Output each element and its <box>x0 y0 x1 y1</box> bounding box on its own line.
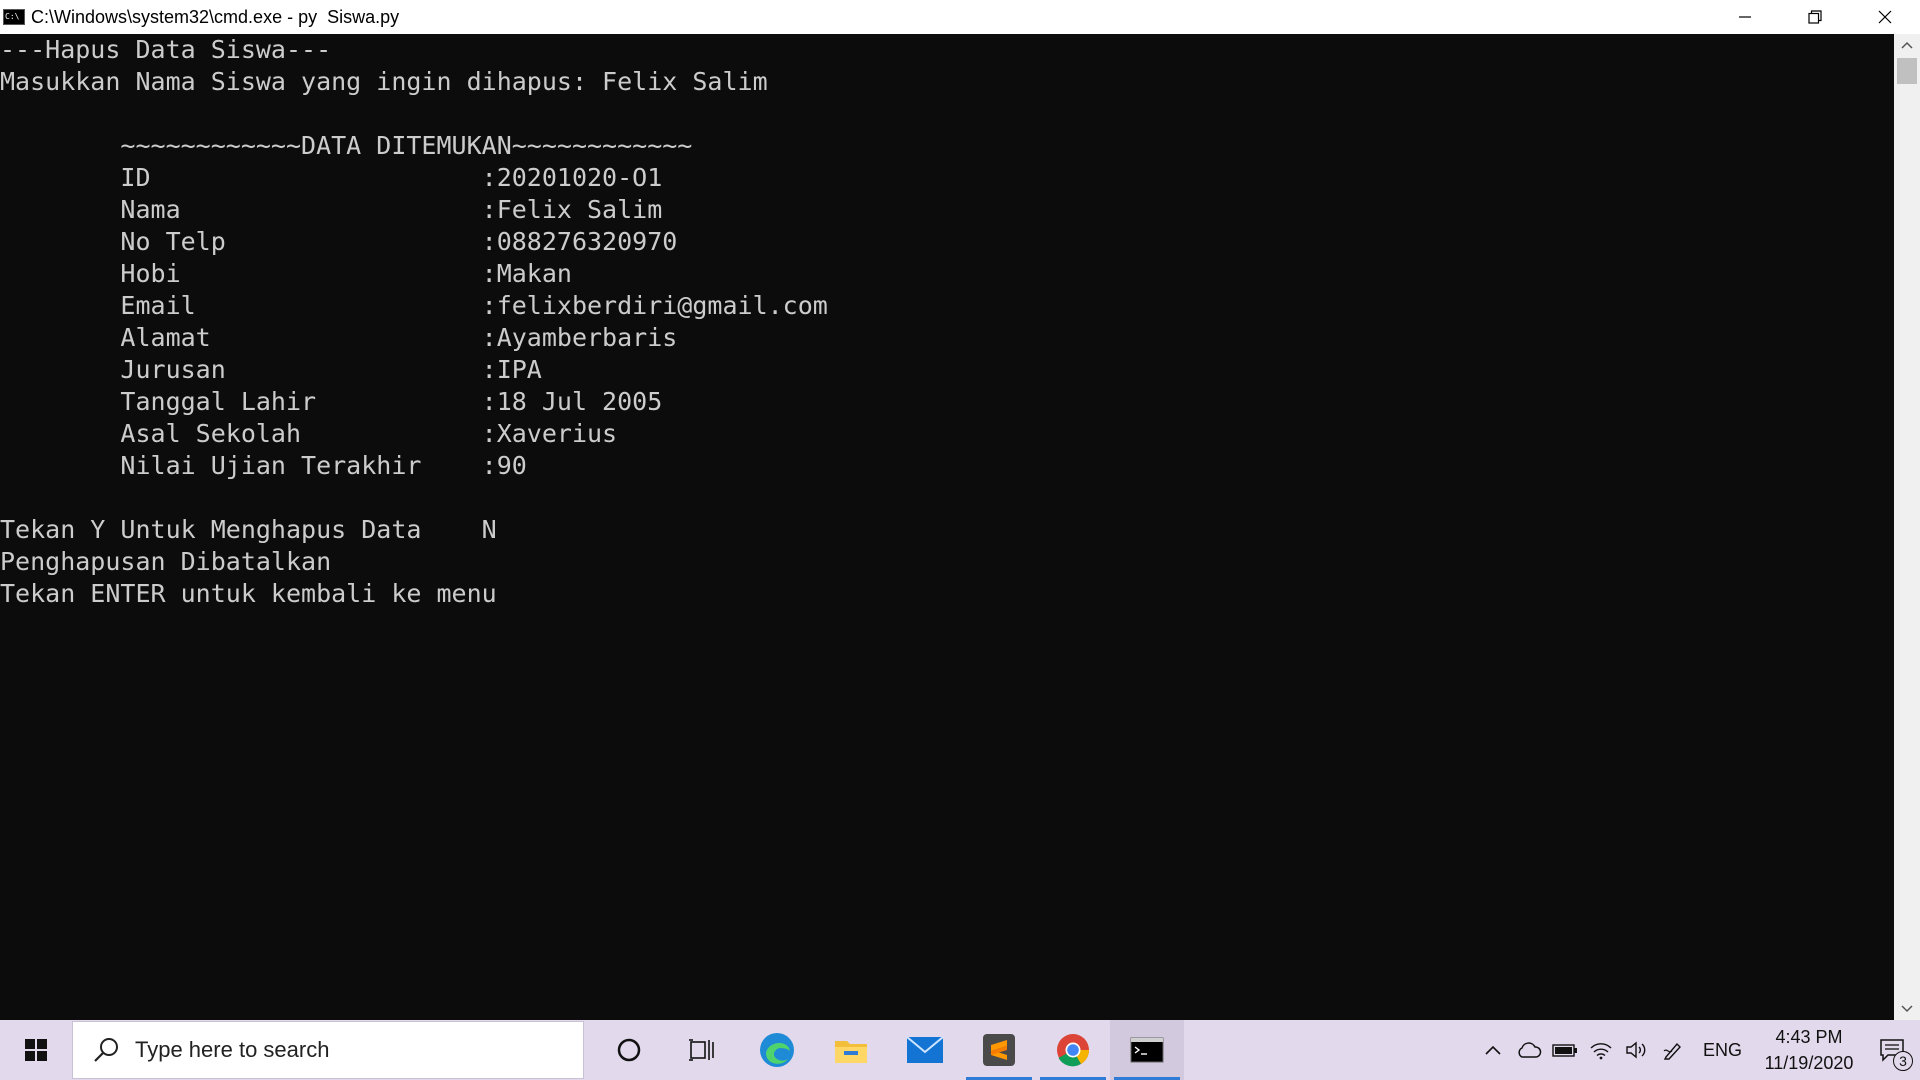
search-icon <box>94 1038 118 1062</box>
notification-count-badge: 3 <box>1893 1051 1913 1071</box>
close-button[interactable] <box>1850 0 1920 34</box>
scroll-thumb[interactable] <box>1897 58 1917 84</box>
console-line: ID :20201020-O1 <box>0 163 663 192</box>
onedrive-icon <box>1518 1042 1542 1058</box>
cmd-button[interactable] <box>1110 1020 1184 1080</box>
edge-button[interactable] <box>740 1020 814 1080</box>
taskbar-search-box[interactable]: Type here to search <box>72 1021 584 1079</box>
cmd-icon <box>1130 1037 1164 1063</box>
chevron-up-icon <box>1901 41 1913 49</box>
battery-button[interactable] <box>1547 1020 1583 1080</box>
close-icon <box>1878 10 1892 24</box>
console-line: No Telp :088276320970 <box>0 227 678 256</box>
console-line: Penghapusan Dibatalkan <box>0 547 332 576</box>
window-controls <box>1710 0 1920 34</box>
scroll-up-button[interactable] <box>1894 34 1920 56</box>
console-line: Tanggal Lahir :18 Jul 2005 <box>0 387 663 416</box>
start-button[interactable] <box>0 1020 72 1080</box>
cortana-icon <box>617 1038 641 1062</box>
console-lines: ---Hapus Data Siswa--- Masukkan Nama Sisw… <box>0 34 828 610</box>
task-view-icon <box>689 1039 714 1061</box>
file-explorer-icon <box>835 1041 867 1063</box>
console-line: Masukkan Nama Siswa yang ingin dihapus: … <box>0 67 768 96</box>
console-line: ---Hapus Data Siswa--- <box>0 35 332 64</box>
console-line: Asal Sekolah :Xaverius <box>0 419 618 448</box>
scroll-down-button[interactable] <box>1894 998 1920 1020</box>
chevron-down-icon <box>1901 1005 1913 1013</box>
action-center-button[interactable]: 3 <box>1864 1020 1920 1080</box>
wifi-icon <box>1590 1043 1612 1060</box>
console-line: Tekan ENTER untuk kembali ke menu <box>0 579 497 608</box>
pen-workspace-button[interactable] <box>1655 1020 1691 1080</box>
task-view-button[interactable] <box>666 1020 740 1080</box>
windows-logo-icon <box>25 1039 47 1061</box>
chevron-up-icon <box>1485 1045 1501 1055</box>
chrome-icon <box>1057 1034 1089 1067</box>
edge-icon <box>760 1033 794 1067</box>
console-line: Nilai Ujian Terakhir :90 <box>0 451 527 480</box>
volume-icon <box>1626 1041 1646 1059</box>
console-line: Email :felixberdiri@gmail.com <box>0 291 828 320</box>
console-line: Tekan Y Untuk Menghapus Data N <box>0 515 497 544</box>
mail-button[interactable] <box>888 1020 962 1080</box>
volume-button[interactable] <box>1619 1020 1655 1080</box>
console-output[interactable]: ---Hapus Data Siswa--- Masukkan Nama Sisw… <box>0 34 1894 1020</box>
cortana-button[interactable] <box>592 1020 666 1080</box>
clock-date: 11/19/2020 <box>1764 1053 1854 1073</box>
restore-icon <box>1808 10 1822 24</box>
battery-icon <box>1552 1044 1577 1057</box>
taskbar-apps <box>592 1020 1184 1080</box>
console-line: Jurusan :IPA <box>0 355 542 384</box>
search-placeholder: Type here to search <box>135 1037 330 1062</box>
onedrive-button[interactable] <box>1511 1020 1547 1080</box>
sublime-text-button[interactable] <box>962 1020 1036 1080</box>
window-title: C:\Windows\system32\cmd.exe - py Siswa.p… <box>31 6 400 27</box>
console-line: ~~~~~~~~~~~~DATA DITEMUKAN~~~~~~~~~~~~ <box>0 131 693 160</box>
system-tray: ENG 4:43 PM 11/19/2020 3 <box>1475 1020 1920 1080</box>
minimize-button[interactable] <box>1710 0 1780 34</box>
console-line: Hobi :Makan <box>0 259 572 288</box>
network-button[interactable] <box>1583 1020 1619 1080</box>
console-line: Alamat :Ayamberbaris <box>0 323 678 352</box>
taskbar: Type here to search ENG 4:43 PM 11/19/20… <box>0 1020 1920 1080</box>
vertical-scrollbar[interactable] <box>1894 34 1920 1020</box>
show-hidden-icons-button[interactable] <box>1475 1020 1511 1080</box>
pen-icon <box>1663 1042 1681 1060</box>
clock[interactable]: 4:43 PM 11/19/2020 <box>1754 1024 1864 1076</box>
mail-icon <box>906 1036 944 1063</box>
chrome-button[interactable] <box>1036 1020 1110 1080</box>
file-explorer-button[interactable] <box>814 1020 888 1080</box>
cmd-icon: C:\ <box>3 9 25 25</box>
restore-button[interactable] <box>1780 0 1850 34</box>
minimize-icon <box>1739 16 1751 18</box>
input-language[interactable]: ENG <box>1691 1040 1754 1061</box>
clock-time: 4:43 PM <box>1775 1027 1843 1047</box>
console-line: Nama :Felix Salim <box>0 195 663 224</box>
window-title-bar[interactable]: C:\ C:\Windows\system32\cmd.exe - py Sis… <box>0 0 1920 34</box>
sublime-text-icon <box>983 1034 1015 1066</box>
